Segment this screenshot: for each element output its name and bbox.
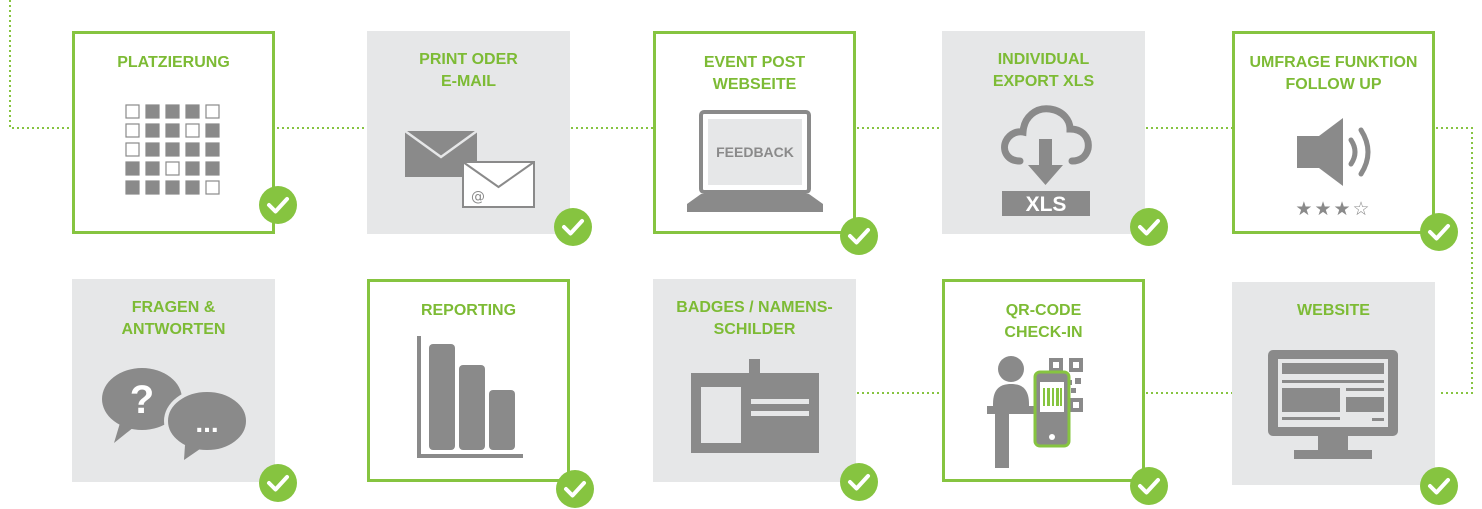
card-title: REPORTING — [420, 302, 517, 319]
card-event-post: EVENT POST WEBSEITE FEEDBACK — [653, 31, 856, 234]
star-filled-icon: ★ — [1295, 198, 1315, 220]
speaker-icon — [1297, 118, 1371, 186]
card-title: PLATZIERUNG — [117, 54, 230, 71]
card-reporting: REPORTING — [367, 279, 570, 482]
envelope-icon: @ — [404, 129, 535, 208]
check-icon — [1420, 467, 1458, 505]
check-icon — [1130, 208, 1168, 246]
question-mark: ? — [130, 378, 154, 422]
card-fragen: FRAGEN & ANTWORTEN ? ... — [72, 279, 275, 482]
xls-label: XLS — [1026, 193, 1067, 216]
check-icon — [840, 217, 878, 255]
check-icon — [259, 186, 297, 224]
cloud-download-icon: XLS — [1001, 105, 1092, 216]
feedback-label: FEEDBACK — [716, 144, 794, 160]
svg-text:@: @ — [471, 189, 485, 205]
check-icon — [556, 470, 594, 508]
check-icon — [1420, 213, 1458, 251]
card-title: QR-CODE CHECK-IN — [1004, 302, 1083, 341]
card-export-xls: INDIVIDUAL EXPORT XLS XLS — [942, 31, 1145, 234]
check-icon — [554, 208, 592, 246]
star-filled-icon: ★ — [1333, 198, 1353, 220]
card-badges: BADGES / NAMENS- SCHILDER — [653, 279, 856, 482]
card-title: FRAGEN & ANTWORTEN — [121, 299, 226, 338]
card-title: UMFRAGE FUNKTION FOLLOW UP — [1249, 54, 1418, 93]
card-qr-checkin: QR-CODE CHECK-IN — [942, 279, 1145, 482]
qr-checkin-icon — [987, 356, 1083, 468]
card-title: INDIVIDUAL EXPORT XLS — [992, 51, 1095, 90]
speech-bubbles-icon: ? ... — [102, 368, 250, 460]
ellipsis: ... — [195, 407, 218, 438]
monitor-website-icon — [1268, 350, 1398, 459]
seating-grid-icon — [125, 104, 220, 195]
card-umfrage: UMFRAGE FUNKTION FOLLOW UP ★★★☆ — [1232, 31, 1435, 234]
check-icon — [1130, 467, 1168, 505]
card-platzierung: PLATZIERUNG — [72, 31, 275, 234]
star-empty-icon: ☆ — [1352, 198, 1372, 220]
check-icon — [259, 464, 297, 502]
card-website: WEBSITE — [1232, 282, 1435, 485]
card-title: BADGES / NAMENS- SCHILDER — [676, 299, 833, 338]
card-title: WEBSITE — [1297, 302, 1370, 319]
card-title: PRINT ODER E-MAIL — [419, 51, 518, 90]
star-rating: ★★★☆ — [1235, 198, 1432, 220]
laptop-feedback-icon: FEEDBACK — [687, 110, 823, 212]
check-icon — [840, 463, 878, 501]
card-print-email: PRINT ODER E-MAIL @ — [367, 31, 570, 234]
card-title: EVENT POST WEBSEITE — [703, 54, 806, 93]
bar-chart-icon — [417, 336, 523, 458]
badge-icon — [691, 359, 819, 453]
star-filled-icon: ★ — [1314, 198, 1334, 220]
